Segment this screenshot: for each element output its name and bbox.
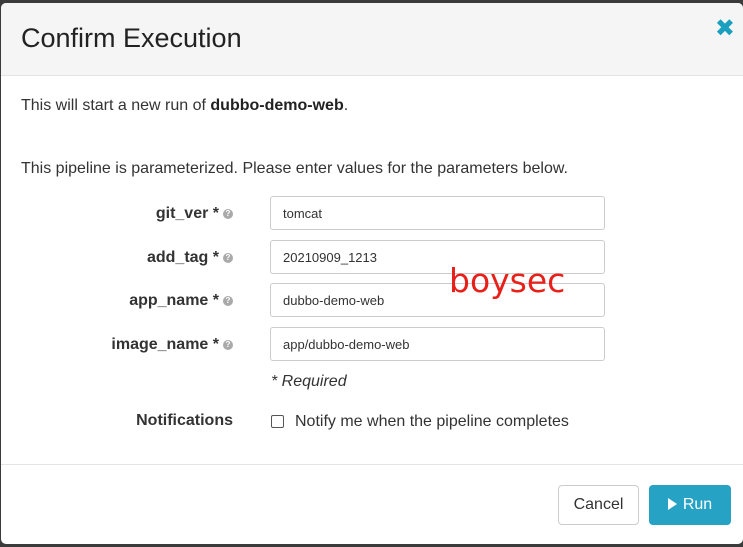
param-label-text: image_name * (111, 336, 219, 353)
param-label-text: add_tag * (146, 249, 219, 266)
notifications-label: Notifications (136, 412, 233, 429)
run-button-label: Run (682, 496, 713, 513)
required-note: * Required (271, 373, 347, 390)
parameters-intro: This pipeline is parameterized. Please e… (21, 160, 568, 177)
param-row-add-tag: add_tag *? (1, 240, 743, 276)
param-row-git-ver: git_ver *? (1, 196, 743, 232)
confirm-execution-modal: Confirm Execution ✖ This will start a ne… (1, 3, 743, 544)
git-ver-input[interactable] (270, 196, 605, 230)
watermark-text: boysec (449, 261, 566, 300)
intro-suffix: . (343, 97, 349, 114)
help-icon[interactable]: ? (223, 209, 233, 219)
param-row-image-name: image_name *? (1, 327, 743, 363)
help-icon[interactable]: ? (223, 340, 233, 350)
param-row-app-name: app_name *? (1, 283, 743, 319)
modal-title: Confirm Execution (21, 23, 242, 53)
param-label-text: git_ver * (155, 205, 219, 222)
run-button[interactable]: Run (649, 485, 731, 525)
param-label: image_name *? (111, 336, 233, 354)
param-label-text: app_name * (129, 292, 219, 309)
modal-footer: Cancel Run (1, 464, 743, 544)
notify-checkbox-label[interactable]: Notify me when the pipeline completes (295, 413, 569, 431)
param-label: git_ver *? (156, 205, 233, 223)
help-icon[interactable]: ? (223, 253, 233, 263)
help-icon[interactable]: ? (223, 296, 233, 306)
pipeline-name: dubbo-demo-web (210, 97, 344, 114)
param-label: app_name *? (129, 292, 233, 310)
notify-checkbox[interactable] (271, 415, 284, 428)
image-name-input[interactable] (270, 327, 605, 361)
intro-prefix: This will start a new run of (21, 97, 211, 114)
close-icon[interactable]: ✖ (715, 17, 735, 41)
intro-text: This will start a new run of dubbo-demo-… (21, 97, 348, 115)
modal-header: Confirm Execution ✖ (1, 3, 743, 76)
play-icon (667, 498, 677, 510)
param-label: add_tag *? (147, 249, 233, 267)
cancel-button[interactable]: Cancel (558, 485, 639, 525)
